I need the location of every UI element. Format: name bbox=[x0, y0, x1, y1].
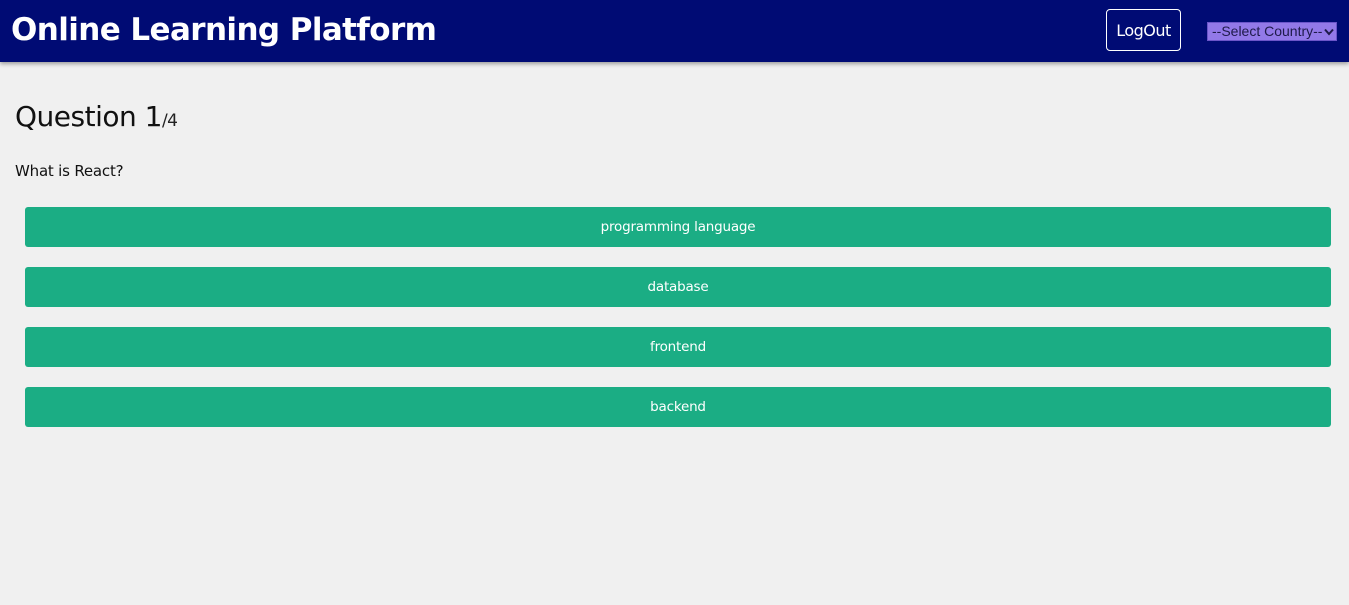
answer-options: programming language database frontend b… bbox=[25, 207, 1331, 447]
top-nav-bar: Online Learning Platform LogOut --Select… bbox=[0, 0, 1349, 62]
country-select-value: --Select Country-- bbox=[1212, 23, 1323, 39]
question-text: What is React? bbox=[15, 162, 124, 180]
country-select[interactable]: --Select Country-- bbox=[1207, 22, 1337, 41]
answer-option-button[interactable]: database bbox=[25, 267, 1331, 307]
app-title: Online Learning Platform bbox=[11, 12, 437, 48]
answer-option-button[interactable]: programming language bbox=[25, 207, 1331, 247]
logout-button[interactable]: LogOut bbox=[1106, 9, 1181, 51]
question-total: /4 bbox=[161, 111, 178, 131]
answer-option-button[interactable]: backend bbox=[25, 387, 1331, 427]
question-number: Question 1 bbox=[15, 100, 162, 133]
question-heading: Question 1/4 bbox=[15, 100, 178, 133]
answer-option-button[interactable]: frontend bbox=[25, 327, 1331, 367]
chevron-down-icon bbox=[1324, 28, 1334, 36]
